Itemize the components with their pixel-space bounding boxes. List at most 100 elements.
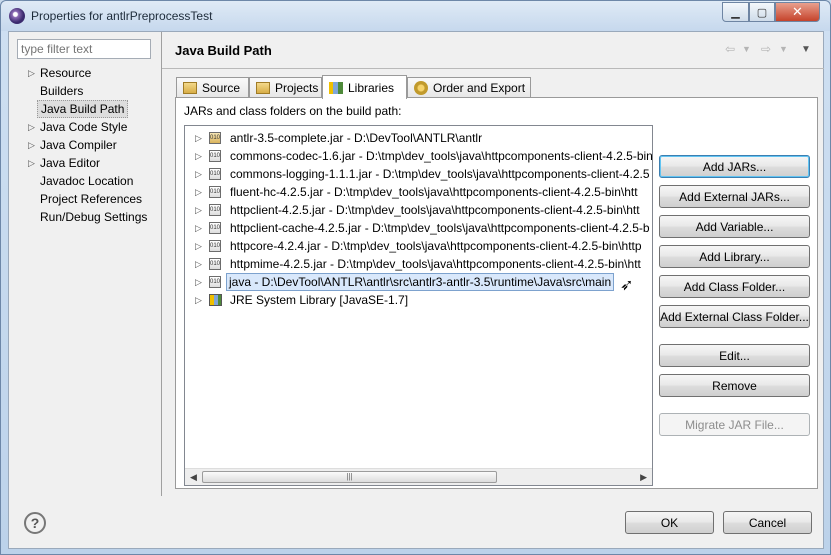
- tree-row[interactable]: ▷ 010 antlr-3.5-complete.jar - D:\DevToo…: [185, 129, 652, 147]
- back-arrow-icon[interactable]: ⇦: [725, 42, 735, 56]
- maximize-button[interactable]: ▢: [749, 2, 775, 22]
- expand-arrow-icon[interactable]: ▷: [195, 219, 202, 237]
- nav-item-project-references[interactable]: Project References: [17, 190, 162, 208]
- ok-button[interactable]: OK: [625, 511, 714, 534]
- back-menu-icon[interactable]: ▼: [742, 44, 751, 54]
- nav-item-run-debug-settings[interactable]: Run/Debug Settings: [17, 208, 162, 226]
- expand-arrow-icon[interactable]: ▷: [28, 64, 36, 82]
- expand-arrow-icon[interactable]: ▷: [28, 154, 36, 172]
- nav-item-label: Resource: [40, 66, 92, 80]
- tree-row[interactable]: ▷ 010 httpclient-4.2.5.jar - D:\tmp\dev_…: [185, 201, 652, 219]
- entry-label: fluent-hc-4.2.5.jar - D:\tmp\dev_tools\j…: [230, 185, 638, 199]
- tree-rows: ▷ 010 antlr-3.5-complete.jar - D:\DevToo…: [185, 129, 652, 309]
- window-title: Properties for antlrPreprocessTest: [31, 9, 213, 23]
- forward-menu-icon[interactable]: ▼: [779, 44, 788, 54]
- jar-icon: 010: [209, 258, 221, 270]
- nav-item-builders[interactable]: Builders: [17, 82, 162, 100]
- expand-arrow-icon[interactable]: ▷: [195, 147, 202, 165]
- libraries-tree[interactable]: ▷ 010 antlr-3.5-complete.jar - D:\DevToo…: [184, 125, 653, 486]
- jar-icon: 010: [209, 150, 221, 162]
- nav-item-java-code-style[interactable]: ▷ Java Code Style: [17, 118, 162, 136]
- horizontal-scrollbar[interactable]: ◀ ||| ▶: [185, 468, 652, 485]
- nav-item-label: Project References: [40, 192, 143, 206]
- expand-arrow-icon[interactable]: ▷: [195, 273, 202, 291]
- expand-arrow-icon[interactable]: ▷: [195, 165, 202, 183]
- splitter[interactable]: [161, 32, 162, 496]
- properties-window: Properties for antlrPreprocessTest ▁ ▢ ✕…: [0, 0, 831, 555]
- tab-projects[interactable]: Projects: [249, 77, 322, 98]
- cancel-button[interactable]: Cancel: [723, 511, 812, 534]
- tree-row[interactable]: ▷ 010 httpcore-4.2.4.jar - D:\tmp\dev_to…: [185, 237, 652, 255]
- entry-label: httpclient-cache-4.2.5.jar - D:\tmp\dev_…: [230, 221, 650, 235]
- forward-arrow-icon[interactable]: ⇨: [761, 42, 771, 56]
- scroll-thumb[interactable]: |||: [202, 471, 497, 483]
- entry-label: commons-codec-1.6.jar - D:\tmp\dev_tools…: [230, 149, 653, 163]
- add-library-button[interactable]: Add Library...: [659, 245, 810, 268]
- expand-arrow-icon[interactable]: ▷: [195, 183, 202, 201]
- tree-row[interactable]: ▷ 010 httpclient-cache-4.2.5.jar - D:\tm…: [185, 219, 652, 237]
- jar-icon: 010: [209, 222, 221, 234]
- tree-row-selected[interactable]: ▷ 010 java - D:\DevTool\ANTLR\antlr\src\…: [185, 273, 652, 294]
- expand-arrow-icon[interactable]: ▷: [28, 136, 36, 154]
- nav-item-javadoc-location[interactable]: Javadoc Location: [17, 172, 162, 190]
- help-icon[interactable]: ?: [24, 512, 46, 534]
- jar-icon: 010: [209, 186, 221, 198]
- scroll-right-icon[interactable]: ▶: [640, 472, 647, 483]
- tree-row[interactable]: ▷ 010 commons-codec-1.6.jar - D:\tmp\dev…: [185, 147, 652, 165]
- tree-row[interactable]: ▷ 010 commons-logging-1.1.1.jar - D:\tmp…: [185, 165, 652, 183]
- tab-label: Projects: [275, 81, 319, 95]
- close-button[interactable]: ✕: [775, 2, 820, 22]
- project-folder-icon: [256, 82, 270, 94]
- expand-arrow-icon[interactable]: ▷: [195, 201, 202, 219]
- add-external-class-folder-button[interactable]: Add External Class Folder...: [659, 305, 810, 328]
- nav-item-label: Builders: [40, 84, 84, 98]
- scroll-left-icon[interactable]: ◀: [190, 472, 197, 483]
- page-title: Java Build Path: [175, 43, 272, 58]
- nav-item-java-compiler[interactable]: ▷ Java Compiler: [17, 136, 162, 154]
- entry-label: httpcore-4.2.4.jar - D:\tmp\dev_tools\ja…: [230, 239, 642, 253]
- tab-source[interactable]: Source: [176, 77, 249, 98]
- tree-row[interactable]: ▷ JRE System Library [JavaSE-1.7]: [185, 291, 652, 309]
- migrate-jar-button: Migrate JAR File...: [659, 413, 810, 436]
- libraries-icon: [329, 81, 343, 94]
- expand-arrow-icon[interactable]: ▷: [195, 237, 202, 255]
- expand-arrow-icon[interactable]: ▷: [28, 118, 36, 136]
- nav-item-java-editor[interactable]: ▷ Java Editor: [17, 154, 162, 172]
- nav-item-label: Java Code Style: [40, 120, 128, 134]
- nav-item-label: Run/Debug Settings: [40, 210, 148, 224]
- add-class-folder-button[interactable]: Add Class Folder...: [659, 275, 810, 298]
- libraries-panel: JARs and class folders on the build path…: [175, 97, 818, 489]
- tree-row[interactable]: ▷ 010 httpmime-4.2.5.jar - D:\tmp\dev_to…: [185, 255, 652, 273]
- divider: [162, 68, 824, 69]
- filter-input[interactable]: [17, 39, 151, 59]
- tree-row[interactable]: ▷ 010 fluent-hc-4.2.5.jar - D:\tmp\dev_t…: [185, 183, 652, 201]
- entry-label: httpclient-4.2.5.jar - D:\tmp\dev_tools\…: [230, 203, 640, 217]
- minimize-button[interactable]: ▁: [722, 2, 749, 22]
- expand-arrow-icon[interactable]: ▷: [195, 291, 202, 309]
- tab-order-and-export[interactable]: Order and Export: [407, 77, 531, 98]
- tab-libraries[interactable]: Libraries: [322, 75, 407, 99]
- add-variable-button[interactable]: Add Variable...: [659, 215, 810, 238]
- add-jars-button[interactable]: Add JARs...: [659, 155, 810, 178]
- folder-source-icon: [183, 82, 197, 94]
- nav-item-label: Java Compiler: [40, 138, 117, 152]
- jar-special-icon: 010: [209, 132, 221, 144]
- nav-item-resource[interactable]: ▷ Resource: [17, 64, 162, 82]
- libraries-label: JARs and class folders on the build path…: [184, 104, 402, 118]
- entry-label: JRE System Library [JavaSE-1.7]: [230, 293, 409, 307]
- expand-arrow-icon[interactable]: ▷: [195, 255, 202, 273]
- expand-arrow-icon[interactable]: ▷: [195, 129, 202, 147]
- view-menu-icon[interactable]: ▼: [801, 44, 811, 55]
- nav-item-java-build-path[interactable]: Java Build Path: [17, 100, 162, 118]
- title-bar: Properties for antlrPreprocessTest ▁ ▢ ✕: [1, 1, 830, 31]
- jar-icon: 010: [209, 276, 221, 288]
- jar-icon: 010: [209, 240, 221, 252]
- jar-icon: 010: [209, 204, 221, 216]
- tab-label: Source: [202, 81, 241, 95]
- add-external-jars-button[interactable]: Add External JARs...: [659, 185, 810, 208]
- tab-label: Order and Export: [433, 81, 526, 95]
- remove-button[interactable]: Remove: [659, 374, 810, 397]
- eclipse-icon: [9, 8, 25, 24]
- dialog-body: ▷ Resource Builders Java Build Path ▷ Ja…: [8, 31, 824, 549]
- edit-button[interactable]: Edit...: [659, 344, 810, 367]
